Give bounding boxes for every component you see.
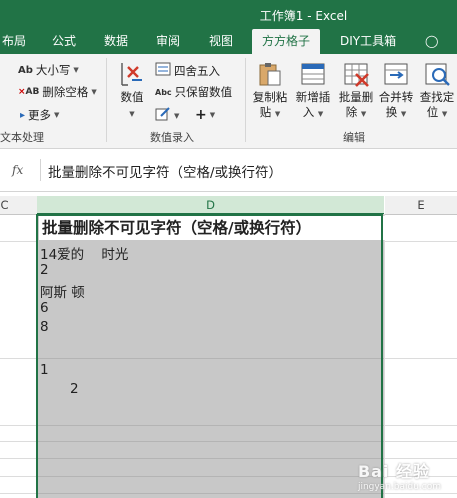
merge-convert-button[interactable]: 合并转 换 ▼	[376, 60, 416, 122]
chevron-down-icon: ▼	[91, 88, 97, 96]
edit-tool-button[interactable]: ▼	[155, 107, 179, 124]
chevron-down-icon: ▼	[360, 110, 367, 118]
ribbon: Ab 大小写 ▼ ×AB 删除空格 ▼ ▸ 更多 ▼ 文本处理 数值 ▼ 四舍五…	[0, 54, 457, 149]
keep-values-button[interactable]: Abc 只保留数值	[155, 84, 232, 100]
baidu-watermark: Bai 经验 jingyan.baidu.com	[357, 462, 441, 492]
tab-fangfang[interactable]: 方方格子	[252, 29, 321, 54]
round-icon	[155, 62, 171, 79]
value-icon	[118, 60, 146, 88]
batch-delete-button[interactable]: 批量删 除 ▼	[336, 60, 376, 122]
tab-formulas[interactable]: 公式	[52, 29, 76, 54]
round-button[interactable]: 四舍五入	[155, 62, 220, 79]
chevron-down-icon: ▼	[73, 66, 79, 74]
window-title: 工作簿1 - Excel	[259, 9, 348, 23]
tab-view[interactable]: 视图	[209, 29, 233, 54]
merge-icon	[382, 60, 410, 88]
group-separator	[106, 58, 107, 142]
delete-grid-icon	[342, 60, 370, 88]
group-label-edit: 编辑	[343, 131, 365, 144]
selection-border	[36, 214, 383, 498]
function-icon[interactable]: fx	[12, 163, 23, 177]
formula-bar: fx 批量删除不可见字符（空格/或换行符）	[0, 149, 457, 192]
group-label-text: 文本处理	[0, 131, 44, 144]
chevron-down-icon: ▼	[400, 110, 407, 118]
tab-data[interactable]: 数据	[104, 29, 128, 54]
chevron-down-icon: ▼	[441, 110, 448, 118]
remove-spaces-button[interactable]: ×AB 删除空格 ▼	[18, 84, 97, 100]
tab-review[interactable]: 审阅	[156, 29, 180, 54]
plus-button[interactable]: + ▼	[195, 107, 215, 123]
group-label-number: 数值录入	[150, 131, 194, 144]
abc-icon: Abc	[155, 87, 172, 97]
formula-input[interactable]: 批量删除不可见字符（空格/或换行符）	[48, 161, 282, 181]
chevron-down-icon: ▼	[209, 111, 216, 119]
grid-line	[384, 214, 385, 498]
copy-paste-button[interactable]: 复制粘 贴 ▼	[250, 60, 290, 122]
chevron-down-icon: ▼	[54, 111, 60, 119]
more-icon: ▸	[20, 109, 26, 121]
edit-icon	[155, 107, 171, 124]
delete-spaces-icon: ×AB	[18, 87, 40, 97]
tab-layout[interactable]: 布局	[2, 29, 26, 54]
clipboard-icon	[256, 60, 284, 88]
more-button[interactable]: ▸ 更多 ▼	[20, 107, 59, 123]
chevron-down-icon: ▼	[174, 111, 180, 120]
insert-button[interactable]: 新增插 入 ▼	[293, 60, 333, 122]
case-icon: Ab	[18, 64, 33, 76]
ribbon-tabs: 布局 公式 数据 审阅 视图 方方格子 DIY工具箱 ◯	[0, 29, 457, 54]
lightbulb-icon: ◯	[425, 34, 439, 48]
tab-diy-toolbox[interactable]: DIY工具箱	[340, 29, 396, 54]
chevron-down-icon: ▼	[274, 110, 281, 118]
formula-divider	[40, 159, 41, 181]
column-header-c[interactable]: C	[0, 196, 37, 215]
title-bar: 工作簿1 - Excel	[0, 0, 457, 29]
tab-tell-me[interactable]: ◯	[425, 29, 438, 54]
column-header-d[interactable]: D	[37, 196, 384, 215]
insert-rows-icon	[299, 60, 327, 88]
value-button[interactable]: 数值 ▼	[112, 60, 152, 122]
chevron-down-icon: ▼	[129, 110, 135, 118]
chevron-down-icon: ▼	[317, 110, 324, 118]
column-header-e[interactable]: E	[385, 196, 457, 215]
case-button[interactable]: Ab 大小写 ▼	[18, 62, 79, 78]
group-separator	[245, 58, 246, 142]
find-locate-button[interactable]: 查找定 位 ▼	[417, 60, 457, 122]
find-icon	[423, 60, 451, 88]
